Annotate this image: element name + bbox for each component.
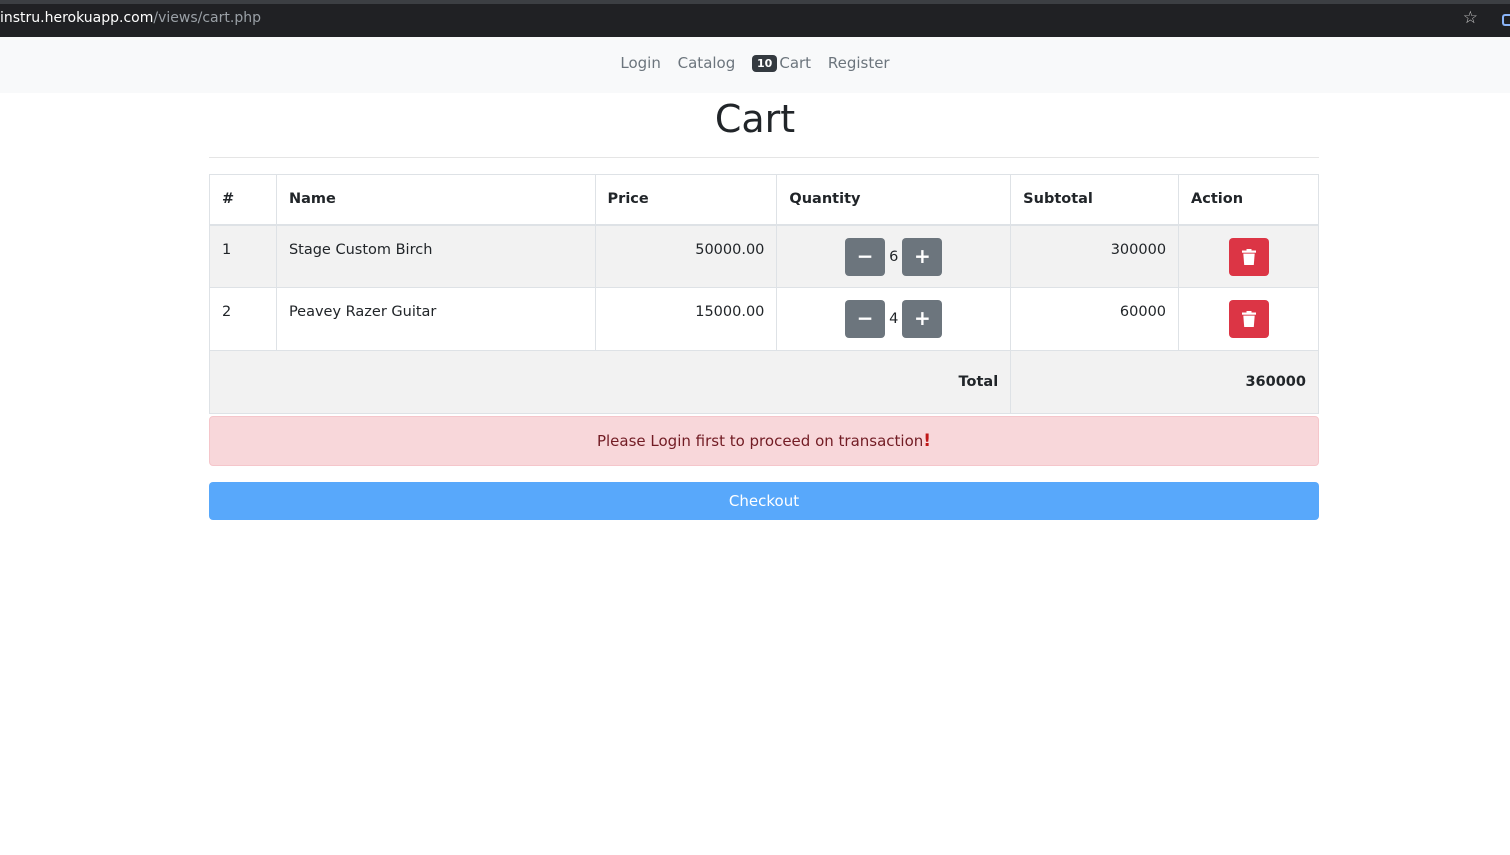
row-index: 1 bbox=[209, 224, 277, 288]
minus-icon: − bbox=[856, 243, 874, 268]
page-title: Cart bbox=[714, 97, 796, 141]
quantity-value: 6 bbox=[889, 248, 899, 265]
checkout-button[interactable]: Checkout bbox=[209, 482, 1319, 520]
increase-quantity-button[interactable]: + bbox=[902, 300, 943, 338]
product-name: Stage Custom Birch bbox=[275, 224, 596, 288]
nav-login[interactable]: Login bbox=[620, 54, 660, 72]
alert-message: Please Login first to proceed on transac… bbox=[596, 432, 924, 450]
action-cell bbox=[1178, 287, 1319, 351]
total-label: Total bbox=[208, 350, 1012, 414]
table-row: 2 Peavey Razer Guitar 15000.00 −4 + 60000 bbox=[209, 287, 1319, 351]
cart-count-badge: 10 bbox=[752, 55, 778, 72]
col-header-price: Price bbox=[594, 174, 778, 226]
table-header-row: # Name Price Quantity Subtotal Action bbox=[209, 174, 1319, 226]
decrease-quantity-button[interactable]: − bbox=[845, 237, 886, 276]
col-header-index: # bbox=[209, 174, 277, 226]
exclamation-icon: ! bbox=[923, 431, 932, 451]
delete-item-button[interactable] bbox=[1228, 237, 1269, 276]
minus-icon: − bbox=[856, 306, 874, 330]
login-required-alert: Please Login first to proceed on transac… bbox=[209, 416, 1319, 466]
browser-address-bar: instru.herokuapp.com/views/cart.php ☆ bbox=[0, 0, 1510, 37]
divider bbox=[209, 157, 1319, 158]
total-row: Total 360000 bbox=[208, 350, 1319, 414]
quantity-value: 4 bbox=[889, 311, 899, 327]
plus-icon: + bbox=[914, 243, 931, 268]
col-header-name: Name bbox=[275, 174, 596, 226]
col-header-subtotal: Subtotal bbox=[1010, 174, 1180, 226]
url-path: /views/cart.php bbox=[153, 10, 261, 26]
product-price: 15000.00 bbox=[594, 287, 778, 351]
quantity-cell: −6 + bbox=[776, 224, 1012, 288]
trash-icon bbox=[1241, 311, 1256, 327]
url-field[interactable]: instru.herokuapp.com/views/cart.php bbox=[0, 10, 261, 26]
navbar: Login Catalog 10 Cart Register bbox=[0, 37, 1510, 93]
decrease-quantity-button[interactable]: − bbox=[845, 300, 886, 338]
trash-icon bbox=[1241, 248, 1256, 265]
extension-icon[interactable] bbox=[1502, 14, 1510, 26]
cart-table: # Name Price Quantity Subtotal Action 1 … bbox=[208, 174, 1319, 414]
row-subtotal: 60000 bbox=[1010, 287, 1180, 351]
quantity-cell: −4 + bbox=[776, 287, 1012, 351]
row-index: 2 bbox=[209, 287, 277, 351]
nav-catalog[interactable]: Catalog bbox=[678, 54, 736, 72]
nav-cart-label: Cart bbox=[779, 54, 812, 72]
action-cell bbox=[1178, 224, 1319, 288]
product-name: Peavey Razer Guitar bbox=[275, 287, 596, 351]
row-subtotal: 300000 bbox=[1010, 224, 1180, 288]
col-header-quantity: Quantity bbox=[776, 174, 1012, 226]
nav-register[interactable]: Register bbox=[828, 54, 890, 72]
increase-quantity-button[interactable]: + bbox=[902, 237, 943, 276]
nav-cart[interactable]: 10 Cart bbox=[752, 54, 811, 72]
total-value: 360000 bbox=[1010, 350, 1319, 414]
bookmark-star-icon[interactable]: ☆ bbox=[1463, 8, 1478, 28]
delete-item-button[interactable] bbox=[1228, 300, 1269, 338]
plus-icon: + bbox=[914, 306, 931, 330]
nav-links: Login Catalog 10 Cart Register bbox=[0, 54, 1510, 72]
url-host: instru.herokuapp.com bbox=[0, 10, 154, 26]
col-header-action: Action bbox=[1178, 174, 1319, 226]
product-price: 50000.00 bbox=[594, 224, 778, 288]
table-row: 1 Stage Custom Birch 50000.00 −6 + 300000 bbox=[209, 224, 1319, 288]
